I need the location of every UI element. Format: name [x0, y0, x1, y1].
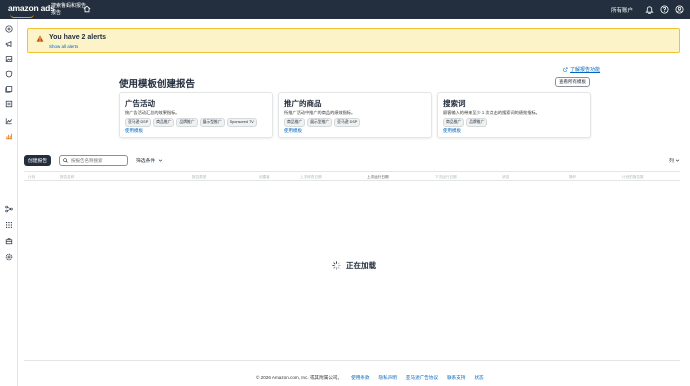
columns-dropdown[interactable]: 列: [669, 157, 680, 164]
catalog-icon[interactable]: [5, 100, 13, 108]
use-template-link[interactable]: 使用模板: [443, 128, 461, 134]
footer-link-support[interactable]: 联系支持: [447, 375, 465, 381]
ad-type-tag: 亚马逊 DSP: [125, 118, 152, 127]
warning-icon: [36, 35, 44, 42]
footer-link-terms[interactable]: 使用条款: [351, 375, 369, 381]
reports-table-header: 计划 报告名称 报告类型 创建者 上次修改日期 上次运行日期 下次运行日期 状态…: [24, 171, 680, 181]
briefcase-icon[interactable]: [5, 237, 13, 245]
ad-type-tag: 展示型推广: [307, 118, 333, 127]
apps-grid-icon[interactable]: [5, 221, 13, 229]
template-card-description: 按广告活动汇总的效果指标。: [125, 110, 180, 115]
search-input[interactable]: [71, 158, 127, 163]
footer-link-privacy[interactable]: 隐私声明: [379, 375, 397, 381]
account-selector[interactable]: 搜索鲁蚂和报告 报告: [51, 3, 86, 16]
all-accounts-link[interactable]: 所有账户: [611, 6, 633, 14]
ad-type-tag: 展示型推广: [199, 118, 225, 127]
column-header[interactable]: 创建者: [259, 175, 270, 180]
loading-text: 正在加载: [346, 261, 376, 270]
template-card-advertised-products: 推广的商品 所推广活动中推广的商品的绩效指标。 商品推广 展示型推广 亚马逊 D…: [278, 92, 432, 138]
use-template-link[interactable]: 使用模板: [125, 128, 143, 134]
search-icon: [63, 158, 68, 163]
reports-icon[interactable]: [5, 132, 13, 140]
chart-icon[interactable]: [5, 117, 13, 125]
report-search-box[interactable]: [59, 155, 128, 166]
page-footer: © 2026 Amazon.com, Inc. 或其附属公司。 使用条款 隐私声…: [256, 375, 484, 381]
account-name: 搜索鲁蚂和报告: [51, 3, 87, 9]
template-card-description: 所推广活动中推广的商品的绩效指标。: [284, 110, 356, 115]
top-navigation-bar: amazon ads 搜索鲁蚂和报告 报告 所有账户: [0, 0, 690, 19]
ad-type-tag: 商品推广: [443, 118, 465, 127]
workflow-icon[interactable]: [5, 205, 13, 213]
filter-label: 筛选条件: [136, 159, 156, 164]
ad-type-tag: 品牌推广: [176, 118, 198, 127]
column-header[interactable]: 状态: [502, 175, 509, 180]
templates-section-title: 使用模板创建报告: [119, 79, 196, 90]
footer-link-status[interactable]: 状态: [474, 375, 483, 381]
user-icon[interactable]: [675, 5, 684, 14]
help-icon[interactable]: [660, 5, 669, 14]
logo-text: amazon ads: [8, 3, 55, 13]
home-icon[interactable]: [83, 5, 91, 13]
template-card-title: 搜索词: [443, 99, 466, 108]
footer-divider: [24, 360, 680, 361]
settings-icon[interactable]: [5, 253, 13, 261]
use-template-link[interactable]: 使用模板: [284, 128, 302, 134]
template-card-title: 推广的商品: [284, 99, 322, 108]
show-all-alerts-link[interactable]: Show all alerts: [49, 44, 78, 49]
template-card-title: 广告活动: [125, 99, 155, 108]
spinner-icon: [332, 261, 341, 270]
column-header[interactable]: 报告类型: [192, 175, 206, 180]
template-card-campaigns: 广告活动 按广告活动汇总的效果指标。 亚马逊 DSP 商品推广 品牌推广 展示型…: [119, 92, 273, 138]
amazon-ads-logo[interactable]: amazon ads: [8, 3, 55, 18]
template-card-description: 顾客输入的带来至少 1 次点击的搜索词的绩效指标。: [443, 110, 540, 115]
column-header[interactable]: 计划的报告数: [622, 175, 644, 180]
learn-reports-link[interactable]: 了解报告功能: [563, 66, 600, 73]
ad-type-tag: 商品推广: [284, 118, 306, 127]
column-header[interactable]: 计划: [28, 175, 35, 180]
create-report-button[interactable]: 创建报告: [24, 155, 51, 166]
column-header[interactable]: 操作: [569, 175, 576, 180]
column-header[interactable]: 报告名称: [60, 175, 74, 180]
left-navigation-rail: [0, 19, 18, 386]
ad-type-tag: 亚马逊 DSP: [334, 118, 361, 127]
columns-label: 列: [669, 159, 674, 164]
footer-link-agreement[interactable]: 亚马逊广告协议: [406, 375, 438, 381]
ad-type-tag: 商品推广: [153, 118, 175, 127]
filter-dropdown[interactable]: 筛选条件: [136, 157, 163, 164]
column-header[interactable]: 上次运行日期: [367, 175, 389, 180]
template-card-search-terms: 搜索词 顾客输入的带来至少 1 次点击的搜索词的绩效指标。 商品推广 品牌推广 …: [437, 92, 591, 138]
copyright-text: © 2026 Amazon.com, Inc. 或其附属公司。: [256, 375, 343, 380]
column-header[interactable]: 上次修改日期: [300, 175, 322, 180]
ad-type-tag: 品牌推广: [466, 118, 488, 127]
loading-indicator: 正在加载: [332, 260, 376, 271]
shield-icon[interactable]: [5, 70, 13, 78]
logo-smile: [10, 14, 34, 18]
bell-icon[interactable]: [645, 5, 654, 14]
alerts-banner: You have 2 alerts Show all alerts: [27, 28, 680, 53]
alerts-title: You have 2 alerts: [49, 34, 107, 41]
add-icon[interactable]: [5, 25, 13, 33]
chevron-down-icon: [159, 159, 163, 162]
media-icon[interactable]: [5, 85, 13, 93]
ad-type-tag: Sponsored TV: [226, 118, 257, 127]
image-icon[interactable]: [5, 55, 13, 63]
learn-reports-text: 了解报告功能: [570, 67, 601, 73]
account-page: 报告: [51, 9, 62, 16]
external-link-icon: [563, 67, 568, 72]
chevron-down-icon: [675, 159, 680, 162]
column-header[interactable]: 下次运行日期: [435, 175, 457, 180]
view-all-templates-button[interactable]: 查看所有模板: [555, 77, 590, 87]
megaphone-icon[interactable]: [5, 40, 13, 48]
